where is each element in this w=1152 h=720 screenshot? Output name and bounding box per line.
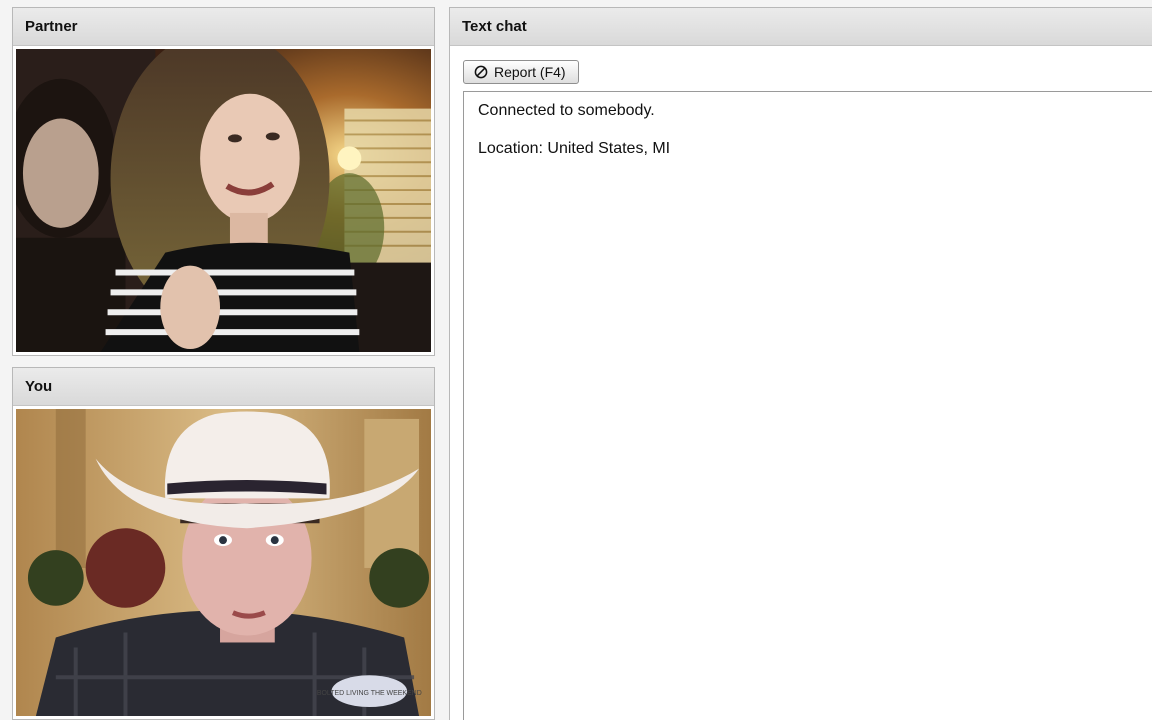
- chat-message: Connected to somebody.: [478, 102, 655, 119]
- prohibited-icon: [474, 65, 488, 79]
- chat-log[interactable]: Connected to somebody. Location: United …: [463, 91, 1152, 720]
- text-chat-panel: Text chat Report (F4) Connected to someb…: [449, 7, 1152, 720]
- partner-video-panel: Partner: [12, 7, 435, 356]
- shirt-patch-text: BOLTED LIVING THE WEEKEND: [317, 690, 422, 697]
- report-button[interactable]: Report (F4): [463, 60, 579, 84]
- partner-video: [16, 49, 431, 352]
- self-video: BOLTED LIVING THE WEEKEND: [16, 409, 431, 716]
- self-video-panel: You BOLTED LIVING THE WEEKEND: [12, 367, 435, 720]
- partner-panel-title: Partner: [13, 8, 434, 46]
- chat-panel-title: Text chat: [450, 8, 1152, 46]
- chat-message: Location: United States, MI: [478, 140, 671, 157]
- report-button-label: Report (F4): [494, 64, 566, 80]
- chat-app: Partner You BOLTED LIVING THE WEEKEND Te…: [0, 0, 1152, 720]
- self-panel-title: You: [13, 368, 434, 406]
